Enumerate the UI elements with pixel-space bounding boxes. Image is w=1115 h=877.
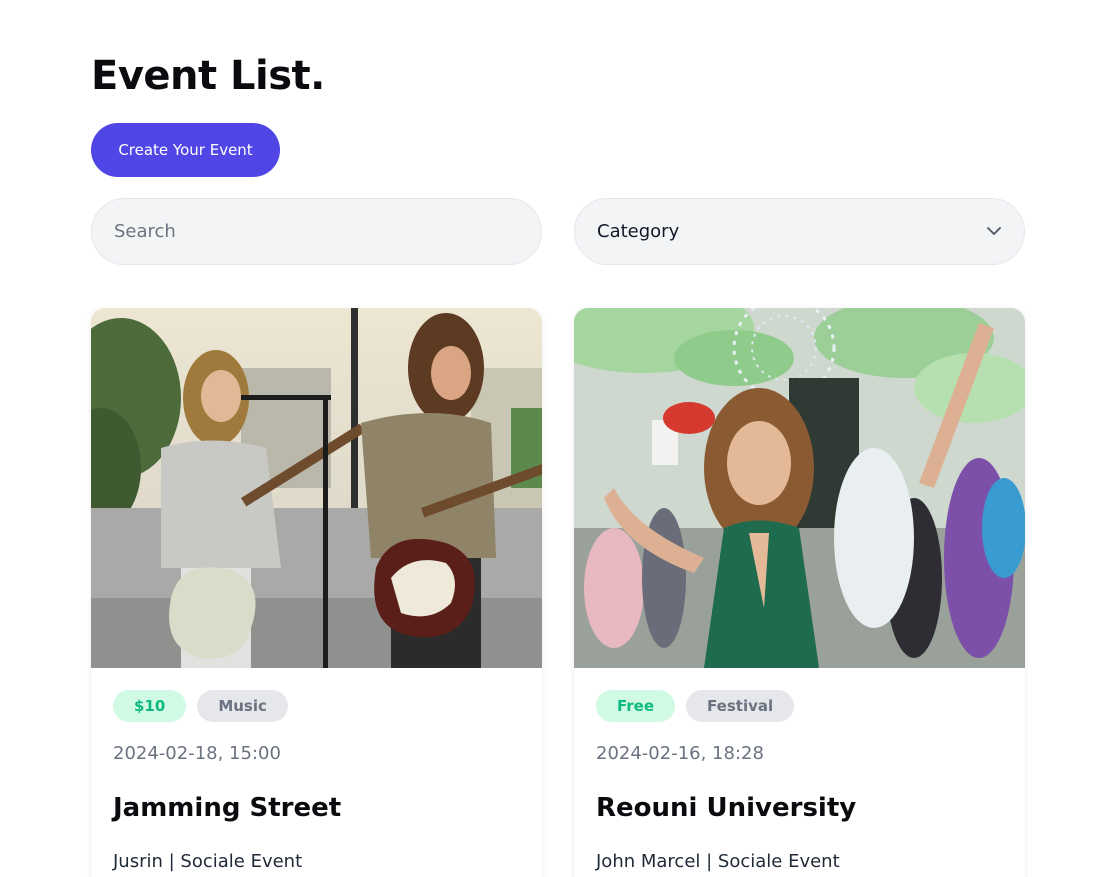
price-badge: $10 (113, 690, 187, 722)
event-card[interactable]: Free Festival 2024-02-16, 18:28 Reouni U… (574, 308, 1025, 877)
event-badges: $10 Music (113, 690, 288, 722)
event-organizer: Jusrin | Sociale Event (113, 851, 303, 872)
category-badge: Festival (686, 690, 795, 722)
chevron-down-icon (986, 224, 1002, 240)
event-organizer: John Marcel | Sociale Event (596, 851, 840, 872)
category-select[interactable]: Category (574, 198, 1025, 265)
event-title[interactable]: Jamming Street (113, 791, 341, 825)
event-image (574, 308, 1025, 668)
event-title[interactable]: Reouni University (596, 791, 856, 825)
search-input[interactable] (91, 198, 542, 265)
event-badges: Free Festival (596, 690, 795, 722)
price-badge: Free (596, 690, 676, 722)
category-select-label: Category (597, 221, 680, 242)
page-title: Event List. (91, 53, 325, 99)
category-badge: Music (197, 690, 288, 722)
event-card[interactable]: $10 Music 2024-02-18, 15:00 Jamming Stre… (91, 308, 542, 877)
event-date: 2024-02-18, 15:00 (113, 743, 281, 764)
event-image (91, 308, 542, 668)
event-date: 2024-02-16, 18:28 (596, 743, 764, 764)
event-list-page: Event List. Create Your Event Category (0, 0, 1115, 877)
create-event-button[interactable]: Create Your Event (91, 123, 280, 177)
